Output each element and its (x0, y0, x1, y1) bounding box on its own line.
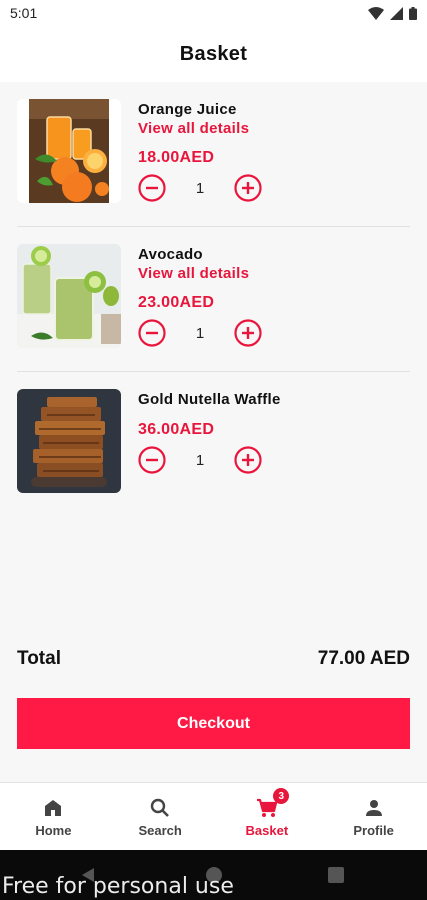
battery-icon (409, 6, 417, 20)
nav-basket[interactable]: 3 Basket (214, 783, 321, 850)
basket-item: Gold Nutella Waffle 36.00AED 1 (0, 372, 427, 517)
basket-list: Orange Juice View all details 18.00AED 1 (0, 82, 427, 517)
basket-item: Avocado View all details 23.00AED 1 (0, 227, 427, 372)
quantity-value: 1 (195, 179, 205, 197)
item-info: Avocado View all details 23.00AED 1 (138, 245, 262, 347)
nav-home[interactable]: Home (0, 783, 107, 850)
waffle-image (17, 389, 121, 493)
status-icons (368, 6, 417, 20)
nav-label: Profile (353, 822, 394, 838)
app-header: Basket (0, 26, 427, 82)
item-name: Orange Juice (138, 101, 237, 118)
status-time: 5:01 (10, 5, 38, 21)
quantity-stepper: 1 (138, 174, 262, 202)
search-icon (150, 798, 170, 817)
item-name: Avocado (138, 246, 203, 263)
page-title: Basket (179, 42, 248, 65)
decrease-button[interactable] (138, 446, 166, 474)
bottom-nav: Home Search 3 Basket Profile (0, 782, 427, 850)
quantity-value: 1 (195, 451, 205, 469)
item-price: 36.00AED (138, 421, 215, 438)
decrease-button[interactable] (138, 174, 166, 202)
item-info: Orange Juice View all details 18.00AED 1 (138, 100, 262, 202)
quantity-stepper: 1 (138, 319, 262, 347)
total-label: Total (17, 648, 61, 669)
total-row: Total 77.00 AED (17, 648, 410, 670)
item-name: Gold Nutella Waffle (138, 391, 281, 408)
item-info: Gold Nutella Waffle 36.00AED 1 (138, 390, 281, 474)
decrease-button[interactable] (138, 319, 166, 347)
recent-apps-icon[interactable] (328, 867, 344, 883)
view-details-link[interactable]: View all details (138, 265, 262, 283)
view-details-link[interactable]: View all details (138, 120, 262, 138)
wifi-icon (368, 6, 384, 20)
increase-button[interactable] (234, 446, 262, 474)
orange-juice-image (17, 99, 121, 203)
item-price: 18.00AED (138, 149, 215, 166)
avocado-image (17, 244, 121, 348)
increase-button[interactable] (234, 319, 262, 347)
checkout-button[interactable]: Checkout (17, 698, 410, 749)
status-bar: 5:01 (0, 0, 427, 26)
quantity-stepper: 1 (138, 446, 281, 474)
cart-badge: 3 (273, 788, 290, 804)
nav-label: Basket (245, 822, 289, 838)
signal-icon (390, 6, 403, 20)
nav-label: Home (35, 822, 72, 838)
home-icon (45, 799, 62, 816)
person-icon (365, 799, 382, 816)
nav-search[interactable]: Search (107, 783, 214, 850)
nav-profile[interactable]: Profile (320, 783, 427, 850)
total-value: 77.00 AED (317, 648, 410, 669)
basket-item: Orange Juice View all details 18.00AED 1 (0, 82, 427, 227)
increase-button[interactable] (234, 174, 262, 202)
nav-label: Search (138, 822, 182, 838)
item-price: 23.00AED (138, 294, 215, 311)
quantity-value: 1 (195, 324, 205, 342)
watermark: Free for personal use (2, 874, 234, 899)
